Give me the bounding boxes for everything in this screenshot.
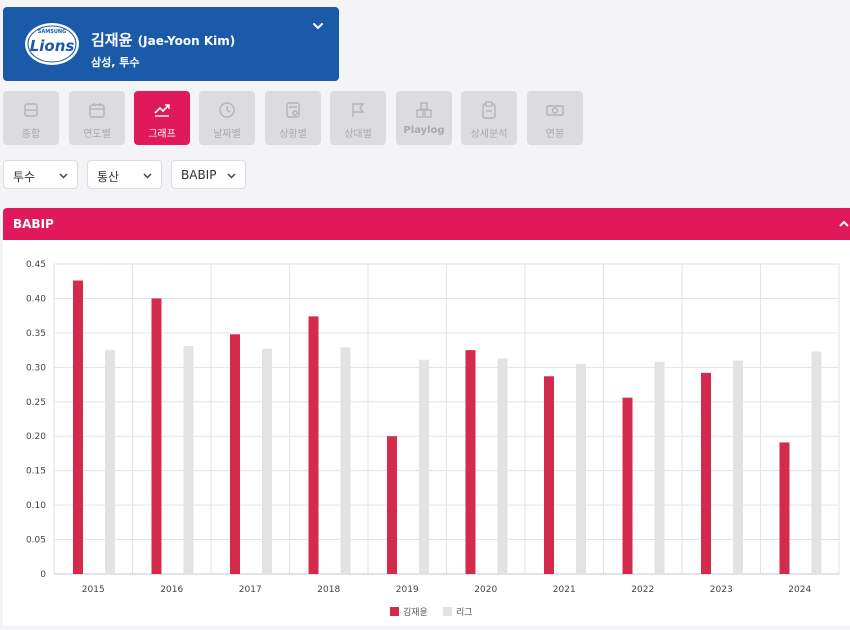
player-bar bbox=[622, 397, 633, 574]
tab-label: Playlog bbox=[403, 125, 445, 136]
player-bar bbox=[701, 372, 711, 574]
chevron-down-icon bbox=[59, 173, 68, 179]
chevron-down-icon bbox=[227, 173, 236, 179]
x-tick-label: 2023 bbox=[710, 585, 733, 595]
position-select[interactable]: 투수 bbox=[3, 160, 78, 189]
tab-label: 상대별 bbox=[344, 129, 372, 140]
player-bar bbox=[230, 334, 240, 574]
tab-yearly[interactable]: 연도별 bbox=[69, 91, 125, 145]
league-bar bbox=[733, 360, 743, 574]
legend-label: 김재윤 bbox=[403, 606, 428, 618]
legend-label: 리그 bbox=[456, 607, 473, 618]
tab-label: 날짜별 bbox=[213, 129, 241, 140]
player-bar bbox=[779, 442, 790, 574]
clipboard-icon bbox=[482, 101, 496, 119]
x-tick-label: 2024 bbox=[788, 585, 811, 595]
chart-bars bbox=[73, 280, 822, 574]
league-bar bbox=[811, 351, 822, 574]
y-tick-label: 0.35 bbox=[26, 329, 46, 339]
tab-by-situation[interactable]: 상황별 bbox=[265, 91, 321, 145]
chart-grid bbox=[53, 263, 840, 575]
tab-label: 상황별 bbox=[279, 129, 307, 140]
logo-text: Lions bbox=[30, 37, 75, 55]
chart-panel: 0 0.05 0.10 0.15 0.20 0.25 0.30 0.35 0.40 0.45 20… bbox=[3, 240, 850, 626]
tab-label: 연도별 bbox=[83, 129, 111, 140]
period-select-value: 통산 bbox=[97, 170, 120, 184]
tab-by-opponent[interactable]: 상대별 bbox=[330, 91, 386, 145]
chart-panel-title: BABIP bbox=[13, 217, 54, 231]
y-tick-label: 0.10 bbox=[26, 501, 46, 511]
player-name-kr: 김재윤 bbox=[91, 31, 133, 49]
league-bar bbox=[654, 361, 665, 574]
league-bar bbox=[183, 345, 194, 574]
tab-by-date[interactable]: 날짜별 bbox=[199, 91, 255, 145]
tab-salary[interactable]: 연봉 bbox=[527, 91, 583, 145]
tab-graph[interactable]: 그래프 bbox=[134, 91, 190, 145]
x-tick-label: 2021 bbox=[553, 585, 576, 595]
tab-label: 상세분석 bbox=[470, 129, 508, 140]
league-bar bbox=[576, 363, 586, 574]
chevron-down-icon bbox=[143, 173, 152, 179]
x-tick-label: 2016 bbox=[160, 585, 183, 595]
stat-select-value: BABIP bbox=[181, 168, 217, 182]
tab-label: 종합 bbox=[21, 129, 41, 140]
x-tick-label: 2022 bbox=[631, 585, 654, 595]
league-bar bbox=[340, 347, 351, 574]
y-tick-label: 0.25 bbox=[26, 398, 46, 408]
y-axis: 0 0.05 0.10 0.15 0.20 0.25 0.30 0.35 0.40 0.45 bbox=[26, 260, 46, 580]
y-tick-label: 0 bbox=[40, 570, 46, 580]
position-select-value: 투수 bbox=[13, 170, 36, 184]
calendar-icon bbox=[89, 103, 105, 118]
player-bar bbox=[465, 350, 476, 574]
tab-label: 연봉 bbox=[545, 129, 565, 140]
legend-swatch bbox=[390, 607, 399, 616]
stat-select[interactable]: BABIP bbox=[171, 160, 246, 189]
y-tick-label: 0.05 bbox=[26, 536, 46, 546]
chart-legend: 김재윤 리그 bbox=[390, 606, 473, 618]
x-tick-label: 2019 bbox=[396, 585, 419, 595]
player-name-en: (Jae-Yoon Kim) bbox=[137, 34, 236, 48]
player-bar bbox=[308, 316, 319, 574]
clock-calendar-icon bbox=[219, 102, 235, 118]
database-icon bbox=[24, 103, 38, 117]
league-bar bbox=[262, 348, 272, 574]
team-logo: SAMSUNG Lions bbox=[25, 23, 79, 65]
y-tick-label: 0.30 bbox=[26, 363, 46, 373]
period-select[interactable]: 통산 bbox=[87, 160, 162, 189]
babip-chart: 0 0.05 0.10 0.15 0.20 0.25 0.30 0.35 0.40 0.45 20… bbox=[26, 260, 840, 618]
y-tick-label: 0.40 bbox=[26, 294, 46, 304]
x-tick-label: 2017 bbox=[239, 585, 262, 595]
player-card[interactable]: SAMSUNG Lions 김재윤 (Jae-Yoon Kim) 삼성, 투수 bbox=[3, 7, 339, 81]
league-bar bbox=[105, 350, 115, 574]
x-tick-label: 2018 bbox=[317, 585, 340, 595]
y-tick-label: 0.45 bbox=[26, 260, 46, 270]
league-bar bbox=[419, 359, 429, 574]
chevron-up-icon[interactable] bbox=[838, 219, 850, 229]
y-tick-label: 0.20 bbox=[26, 432, 46, 442]
y-tick-label: 0.15 bbox=[26, 467, 46, 477]
money-icon bbox=[546, 105, 564, 116]
flag-icon bbox=[352, 103, 365, 117]
tab-detailed-analysis[interactable]: 상세분석 bbox=[461, 91, 517, 145]
x-axis: 2015 2016 2017 2018 2019 2020 2021 2022 2023 2024 bbox=[82, 585, 812, 595]
x-tick-label: 2020 bbox=[474, 585, 497, 595]
line-chart-icon bbox=[154, 104, 170, 117]
league-bar bbox=[497, 358, 508, 574]
x-tick-label: 2015 bbox=[82, 585, 105, 595]
chart-panel-header[interactable]: BABIP bbox=[3, 208, 850, 240]
player-bar bbox=[151, 298, 162, 574]
logo-top-text: SAMSUNG bbox=[38, 29, 66, 35]
player-bar bbox=[73, 280, 83, 574]
chevron-down-icon[interactable] bbox=[311, 19, 325, 33]
tab-summary[interactable]: 종합 bbox=[3, 91, 59, 145]
player-team-position: 삼성, 투수 bbox=[91, 56, 140, 69]
player-bar bbox=[387, 436, 397, 574]
situation-icon bbox=[286, 102, 300, 118]
player-bar bbox=[544, 376, 554, 574]
tab-playlog[interactable]: Playlog bbox=[396, 91, 452, 145]
legend-swatch bbox=[443, 607, 452, 616]
blocks-icon bbox=[416, 102, 432, 118]
tab-label: 그래프 bbox=[148, 129, 176, 140]
player-name: 김재윤 (Jae-Yoon Kim) bbox=[91, 29, 235, 50]
